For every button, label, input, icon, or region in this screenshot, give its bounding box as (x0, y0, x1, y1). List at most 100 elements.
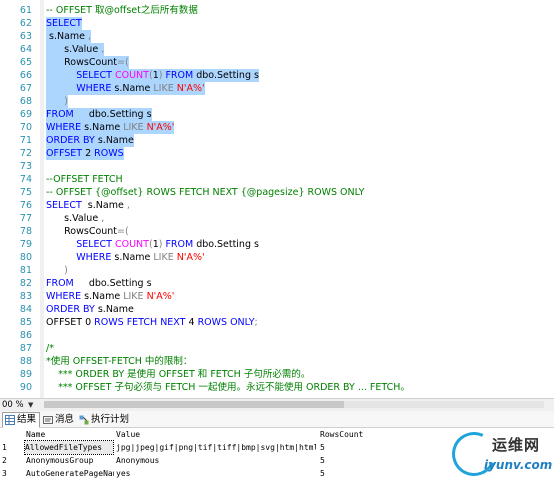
line-number: 87 (19, 343, 32, 354)
code-text[interactable]: *** ORDER BY 是使用 OFFSET 和 FETCH 子句所必需的。 (46, 368, 310, 381)
code-text[interactable]: RowsCount=( (46, 225, 129, 238)
code-text[interactable]: SELECT (46, 17, 82, 30)
code-line[interactable]: 76 SELECT s.Name , (0, 199, 554, 212)
code-text[interactable]: ORDER BY s.Name (46, 303, 134, 316)
line-number: 73 (19, 161, 32, 172)
column-header-rowscount[interactable]: RowsCount (320, 428, 370, 441)
grid-cell[interactable]: yes (116, 467, 316, 480)
code-token: s.Name (81, 291, 124, 302)
code-line[interactable]: 85 OFFSET 0 ROWS FETCH NEXT 4 ROWS ONLY; (0, 316, 554, 329)
code-line[interactable]: 78 RowsCount=( (0, 225, 554, 238)
code-text[interactable]: s.Name , (46, 30, 92, 43)
code-token: s.Value (46, 44, 99, 55)
code-text[interactable]: -- OFFSET 取@offset之后所有数据 (46, 4, 198, 17)
zoom-level[interactable]: 00 % (2, 399, 24, 411)
editor-status-bar: 00 % ▼ (0, 398, 554, 411)
code-line[interactable]: 63 s.Name , (0, 30, 554, 43)
grid-cell[interactable]: 5 (320, 441, 370, 454)
code-text[interactable]: SELECT COUNT(1) FROM dbo.Setting s (46, 69, 259, 82)
line-number: 83 (19, 291, 32, 302)
code-line[interactable]: 69 FROM dbo.Setting s (0, 108, 554, 121)
code-text[interactable]: WHERE s.Name LIKE N'A%' (46, 251, 204, 264)
grid-cell[interactable]: jpg|jpeg|gif|png|tif|tiff|bmp|svg|htm|ht… (116, 441, 316, 454)
code-text[interactable]: FROM dbo.Setting s (46, 108, 152, 121)
code-line[interactable]: 64 s.Value , (0, 43, 554, 56)
code-line[interactable]: 86 (0, 329, 554, 342)
code-token: LIKE (153, 83, 177, 94)
code-line[interactable]: 61 -- OFFSET 取@offset之后所有数据 (0, 4, 554, 17)
code-line[interactable]: 75 -- OFFSET {@offset} ROWS FETCH NEXT {@… (0, 186, 554, 199)
code-line[interactable]: 74 --OFFSET FETCH (0, 173, 554, 186)
horizontal-scrollbar[interactable] (44, 401, 544, 408)
code-text[interactable]: -- OFFSET {@offset} ROWS FETCH NEXT {@pa… (46, 186, 364, 199)
tab-messages[interactable]: 消息 (40, 412, 78, 428)
code-line[interactable]: 81 ) (0, 264, 554, 277)
sql-editor[interactable]: 61 -- OFFSET 取@offset之后所有数据 62 SELECT 63 s.N… (0, 0, 554, 398)
grid-icon (5, 415, 15, 425)
code-line[interactable]: 68 ) (0, 95, 554, 108)
code-line[interactable]: 82 FROM dbo.Setting s (0, 277, 554, 290)
grid-cell[interactable]: AllowedFileTypes (24, 440, 114, 455)
code-line[interactable]: 79 SELECT COUNT(1) FROM dbo.Setting s (0, 238, 554, 251)
code-line[interactable]: 89 *** ORDER BY 是使用 OFFSET 和 FETCH 子句所必需… (0, 368, 554, 381)
code-token: COUNT (114, 70, 149, 81)
code-line[interactable]: 62 SELECT (0, 17, 554, 30)
line-number: 89 (19, 369, 32, 380)
code-line[interactable]: 72 OFFSET 2 ROWS (0, 147, 554, 160)
grid-cell[interactable]: AnonymousGroup (26, 454, 114, 467)
code-token: RowsCount (46, 226, 118, 237)
message-icon (43, 416, 53, 424)
scrollbar-thumb[interactable] (44, 401, 344, 408)
code-text[interactable]: RowsCount=( (46, 56, 129, 69)
line-number: 88 (19, 356, 32, 367)
code-line[interactable]: 65 RowsCount=( (0, 56, 554, 69)
code-line[interactable]: 77 s.Value , (0, 212, 554, 225)
code-line[interactable]: 70 WHERE s.Name LIKE N'A%' (0, 121, 554, 134)
grid-cell[interactable]: AutoGeneratePageNames (26, 467, 114, 480)
row-number: 1 (2, 443, 7, 452)
grid-cell[interactable]: 5 (320, 467, 370, 480)
column-header-name[interactable]: Name (26, 428, 114, 441)
code-line[interactable]: 87 /* (0, 342, 554, 355)
code-text[interactable]: ) (46, 264, 68, 277)
code-line[interactable]: 84 ORDER BY s.Name (0, 303, 554, 316)
code-text[interactable]: ORDER BY s.Name (46, 134, 134, 147)
code-text[interactable]: FROM dbo.Setting s (46, 277, 152, 290)
code-text[interactable]: *使用 OFFSET-FETCH 中的限制： (46, 355, 192, 368)
column-header-value[interactable]: Value (116, 428, 316, 441)
code-text[interactable]: SELECT COUNT(1) FROM dbo.Setting s (46, 238, 259, 251)
line-number: 65 (19, 57, 32, 68)
code-token: ROWS (94, 148, 124, 159)
zoom-dropdown-icon[interactable]: ▼ (28, 400, 33, 410)
code-text[interactable]: ) (46, 95, 68, 108)
code-text[interactable]: OFFSET 0 ROWS FETCH NEXT 4 ROWS ONLY; (46, 316, 258, 329)
code-token: s.Name (111, 252, 154, 263)
code-text[interactable]: --OFFSET FETCH (46, 173, 123, 186)
code-text[interactable]: WHERE s.Name LIKE N'A%' (46, 121, 175, 134)
line-number: 71 (19, 135, 32, 146)
code-token: ORDER BY (46, 135, 95, 146)
tab-results[interactable]: 结果 (2, 412, 41, 428)
tab-execution-plan[interactable]: 执行计划 (76, 412, 133, 428)
code-token: ROWS ONLY (197, 317, 255, 328)
code-text[interactable]: SELECT s.Name , (46, 199, 130, 212)
code-line[interactable]: 73 (0, 160, 554, 173)
code-text[interactable]: WHERE s.Name LIKE N'A%' (46, 290, 174, 303)
code-token: =( (117, 226, 129, 237)
code-line[interactable]: 88 *使用 OFFSET-FETCH 中的限制： (0, 355, 554, 368)
grid-cell[interactable]: Anonymous (116, 454, 316, 467)
grid-cell[interactable]: 5 (320, 454, 370, 467)
code-line[interactable]: 83 WHERE s.Name LIKE N'A%' (0, 290, 554, 303)
code-line[interactable]: 90 *** OFFSET 子句必须与 FETCH 一起使用。永远不能使用 OR… (0, 381, 554, 394)
code-text[interactable]: s.Value , (46, 43, 105, 56)
code-text[interactable]: *** OFFSET 子句必须与 FETCH 一起使用。永远不能使用 ORDER… (46, 381, 410, 394)
code-text[interactable]: s.Value , (46, 212, 104, 225)
code-text[interactable]: /* (46, 342, 54, 355)
code-line[interactable]: 80 WHERE s.Name LIKE N'A%' (0, 251, 554, 264)
code-text[interactable]: OFFSET 2 ROWS (46, 147, 124, 160)
code-line[interactable]: 66 SELECT COUNT(1) FROM dbo.Setting s (0, 69, 554, 82)
code-line[interactable]: 71 ORDER BY s.Name (0, 134, 554, 147)
code-line[interactable]: 67 WHERE s.Name LIKE N'A%' (0, 82, 554, 95)
code-text[interactable]: WHERE s.Name LIKE N'A%' (46, 82, 205, 95)
code-token: dbo.Setting s (73, 278, 152, 289)
